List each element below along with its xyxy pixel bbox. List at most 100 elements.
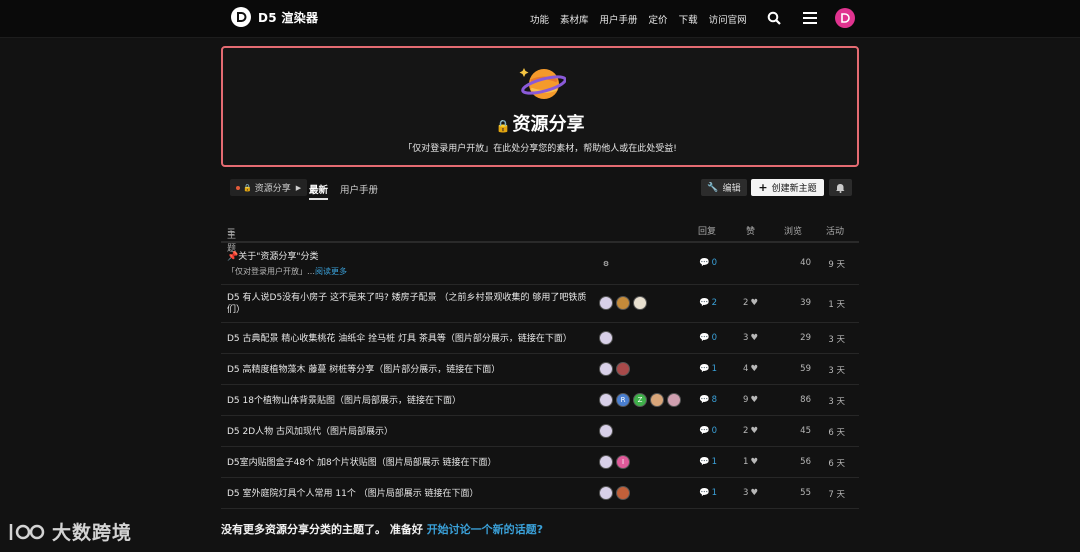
activity-time[interactable]: 6 天 bbox=[811, 426, 845, 438]
activity-time[interactable]: 6 天 bbox=[811, 457, 845, 469]
poster-avatar[interactable] bbox=[599, 424, 613, 438]
poster-avatar[interactable]: I bbox=[616, 455, 630, 469]
nav-asset-library[interactable]: 素材库 bbox=[560, 12, 589, 26]
category-breadcrumb[interactable]: 🔒 资源分享 ▶ bbox=[230, 179, 308, 196]
nav-user-manual[interactable]: 用户手册 bbox=[600, 12, 638, 26]
reply-count: 💬 0 bbox=[699, 333, 718, 343]
header-likes[interactable]: 赞 bbox=[746, 224, 755, 237]
lock-icon: 🔒 bbox=[495, 119, 511, 133]
posters bbox=[599, 486, 630, 500]
reply-count: 💬 1 bbox=[699, 457, 718, 467]
view-count: 55 bbox=[800, 488, 811, 498]
tab-latest[interactable]: 最新 bbox=[309, 182, 329, 200]
watermark-logo-icon bbox=[9, 523, 45, 540]
activity-time[interactable]: 3 天 bbox=[811, 364, 845, 376]
comment-icon: 💬 bbox=[699, 258, 710, 268]
activity-time[interactable]: 7 天 bbox=[811, 488, 845, 500]
poster-avatar[interactable]: R bbox=[616, 393, 630, 407]
nav-features[interactable]: 功能 bbox=[530, 12, 549, 26]
view-count: 29 bbox=[800, 333, 811, 343]
topic-excerpt: 「仅对登录用户开放」…阅读更多 bbox=[227, 267, 347, 276]
poster-avatar[interactable] bbox=[616, 486, 630, 500]
topic-title[interactable]: D5 室外庭院灯具个人常用 11个 （图片局部展示 链接在下面） bbox=[227, 488, 479, 500]
table-row[interactable]: D5室内贴图盒子48个 加8个片状贴图（图片局部展示 链接在下面） I 💬 1 1… bbox=[221, 447, 859, 478]
poster-avatar[interactable] bbox=[633, 296, 647, 310]
like-count: 9 ♥ bbox=[743, 395, 759, 405]
search-icon[interactable] bbox=[766, 10, 782, 26]
topic-title[interactable]: D5 2D人物 古风加现代（图片局部展示） bbox=[227, 426, 393, 438]
nav-pricing[interactable]: 定价 bbox=[649, 12, 668, 26]
poster-avatar[interactable] bbox=[599, 486, 613, 500]
table-row[interactable]: D5 18个植物山体背景贴图（图片局部展示，链接在下面） R Z 💬 8 9 ♥ 8… bbox=[221, 385, 859, 416]
topic-title[interactable]: 📌关于"资源分享"分类 bbox=[227, 251, 319, 263]
poster-avatar[interactable] bbox=[616, 362, 630, 376]
like-count: 4 ♥ bbox=[743, 364, 759, 374]
menu-icon[interactable] bbox=[802, 10, 818, 26]
heart-icon: ♥ bbox=[750, 457, 759, 467]
poster-avatar[interactable] bbox=[599, 331, 613, 345]
user-avatar[interactable] bbox=[835, 8, 855, 28]
table-row[interactable]: D5 高精度植物藻木 藤蔓 树桩等分享（图片部分展示，链接在下面） 💬 1 4 ♥ … bbox=[221, 354, 859, 385]
like-count: 2 ♥ bbox=[743, 298, 759, 308]
header-views[interactable]: 浏览 bbox=[784, 224, 802, 237]
topic-title[interactable]: D5 18个植物山体背景贴图（图片局部展示，链接在下面） bbox=[227, 395, 461, 407]
tab-user-manual[interactable]: 用户手册 bbox=[340, 182, 378, 196]
poster-avatar[interactable] bbox=[650, 393, 664, 407]
activity-time[interactable]: 3 天 bbox=[811, 333, 845, 345]
nav-official-site[interactable]: 访问官网 bbox=[709, 12, 747, 26]
wrench-icon: 🔧 bbox=[707, 182, 719, 193]
header-activity[interactable]: 活动 bbox=[826, 224, 844, 237]
watermark-text: 大数跨境 bbox=[52, 522, 133, 544]
reply-count: 💬 1 bbox=[699, 488, 718, 498]
no-more-topics-message: 没有更多资源分享分类的主题了。 准备好 开始讨论一个新的话题? bbox=[221, 523, 544, 536]
comment-icon: 💬 bbox=[699, 426, 710, 436]
edit-button[interactable]: 🔧 编辑 bbox=[701, 179, 747, 196]
topic-title[interactable]: D5 古典配景 精心收集桃花 油纸伞 拴马桩 灯具 茶具等（图片部分展示，链接在… bbox=[227, 333, 572, 345]
heart-icon: ♥ bbox=[750, 395, 759, 405]
start-new-topic-link[interactable]: 开始讨论一个新的话题? bbox=[427, 523, 543, 536]
topic-title[interactable]: D5室内贴图盒子48个 加8个片状贴图（图片局部展示 链接在下面） bbox=[227, 457, 497, 469]
table-row[interactable]: 📌关于"资源分享"分类 「仅对登录用户开放」…阅读更多 ⚙ 💬 0 40 9 天 bbox=[221, 244, 859, 285]
notification-bell-button[interactable] bbox=[829, 179, 852, 196]
category-color-dot bbox=[236, 185, 240, 190]
topic-title[interactable]: D5 高精度植物藻木 藤蔓 树桩等分享（图片部分展示，链接在下面） bbox=[227, 364, 500, 376]
read-more-link[interactable]: 阅读更多 bbox=[315, 267, 347, 276]
robot-avatar[interactable]: ⚙ bbox=[599, 257, 613, 271]
nav-download[interactable]: 下载 bbox=[679, 12, 698, 26]
create-topic-button[interactable]: + 创建新主题 bbox=[751, 179, 824, 196]
view-count: 59 bbox=[800, 364, 811, 374]
header-replies[interactable]: 回复 bbox=[698, 224, 716, 237]
table-row[interactable]: D5 古典配景 精心收集桃花 油纸伞 拴马桩 灯具 茶具等（图片部分展示，链接在… bbox=[221, 323, 859, 354]
posters bbox=[599, 424, 613, 438]
poster-avatar[interactable] bbox=[599, 296, 613, 310]
reply-count: 💬 1 bbox=[699, 364, 718, 374]
comment-icon: 💬 bbox=[699, 364, 710, 374]
view-count: 40 bbox=[800, 258, 811, 268]
poster-avatar[interactable] bbox=[599, 455, 613, 469]
main-nav: 功能 素材库 用户手册 定价 下载 访问官网 bbox=[530, 12, 747, 26]
poster-avatar[interactable] bbox=[599, 393, 613, 407]
brand-logo[interactable]: D5 渲染器 bbox=[231, 7, 318, 27]
poster-avatar[interactable] bbox=[616, 296, 630, 310]
activity-time[interactable]: 1 天 bbox=[811, 298, 845, 310]
poster-avatar[interactable] bbox=[599, 362, 613, 376]
comment-icon: 💬 bbox=[699, 488, 710, 498]
poster-avatar[interactable] bbox=[667, 393, 681, 407]
activity-time[interactable]: 9 天 bbox=[811, 258, 845, 270]
like-count: 2 ♥ bbox=[743, 426, 759, 436]
topic-title[interactable]: D5 有人说D5没有小房子 这不是来了吗? 矮房子配景 （之前乡村景观收集的 够… bbox=[227, 292, 586, 316]
lock-icon: 🔒 bbox=[243, 183, 252, 192]
table-row[interactable]: D5 室外庭院灯具个人常用 11个 （图片局部展示 链接在下面） 💬 1 3 ♥ 5… bbox=[221, 478, 859, 509]
poster-avatar[interactable]: Z bbox=[633, 393, 647, 407]
reply-count: 💬 8 bbox=[699, 395, 718, 405]
table-row[interactable]: D5 2D人物 古风加现代（图片局部展示） 💬 0 2 ♥ 45 6 天 bbox=[221, 416, 859, 447]
top-navigation: D5 渲染器 功能 素材库 用户手册 定价 下载 访问官网 bbox=[0, 0, 1080, 38]
comment-icon: 💬 bbox=[699, 333, 710, 343]
activity-time[interactable]: 3 天 bbox=[811, 395, 845, 407]
table-row[interactable]: D5 有人说D5没有小房子 这不是来了吗? 矮房子配景 （之前乡村景观收集的 够… bbox=[221, 285, 859, 323]
posters: I bbox=[599, 455, 630, 469]
brand-name: D5 渲染器 bbox=[258, 10, 319, 25]
reply-count: 💬 0 bbox=[699, 426, 718, 436]
topic-list-header: ☰ 主题 回复 赞 浏览 活动 bbox=[221, 220, 859, 254]
reply-count: 💬 0 bbox=[699, 258, 718, 268]
